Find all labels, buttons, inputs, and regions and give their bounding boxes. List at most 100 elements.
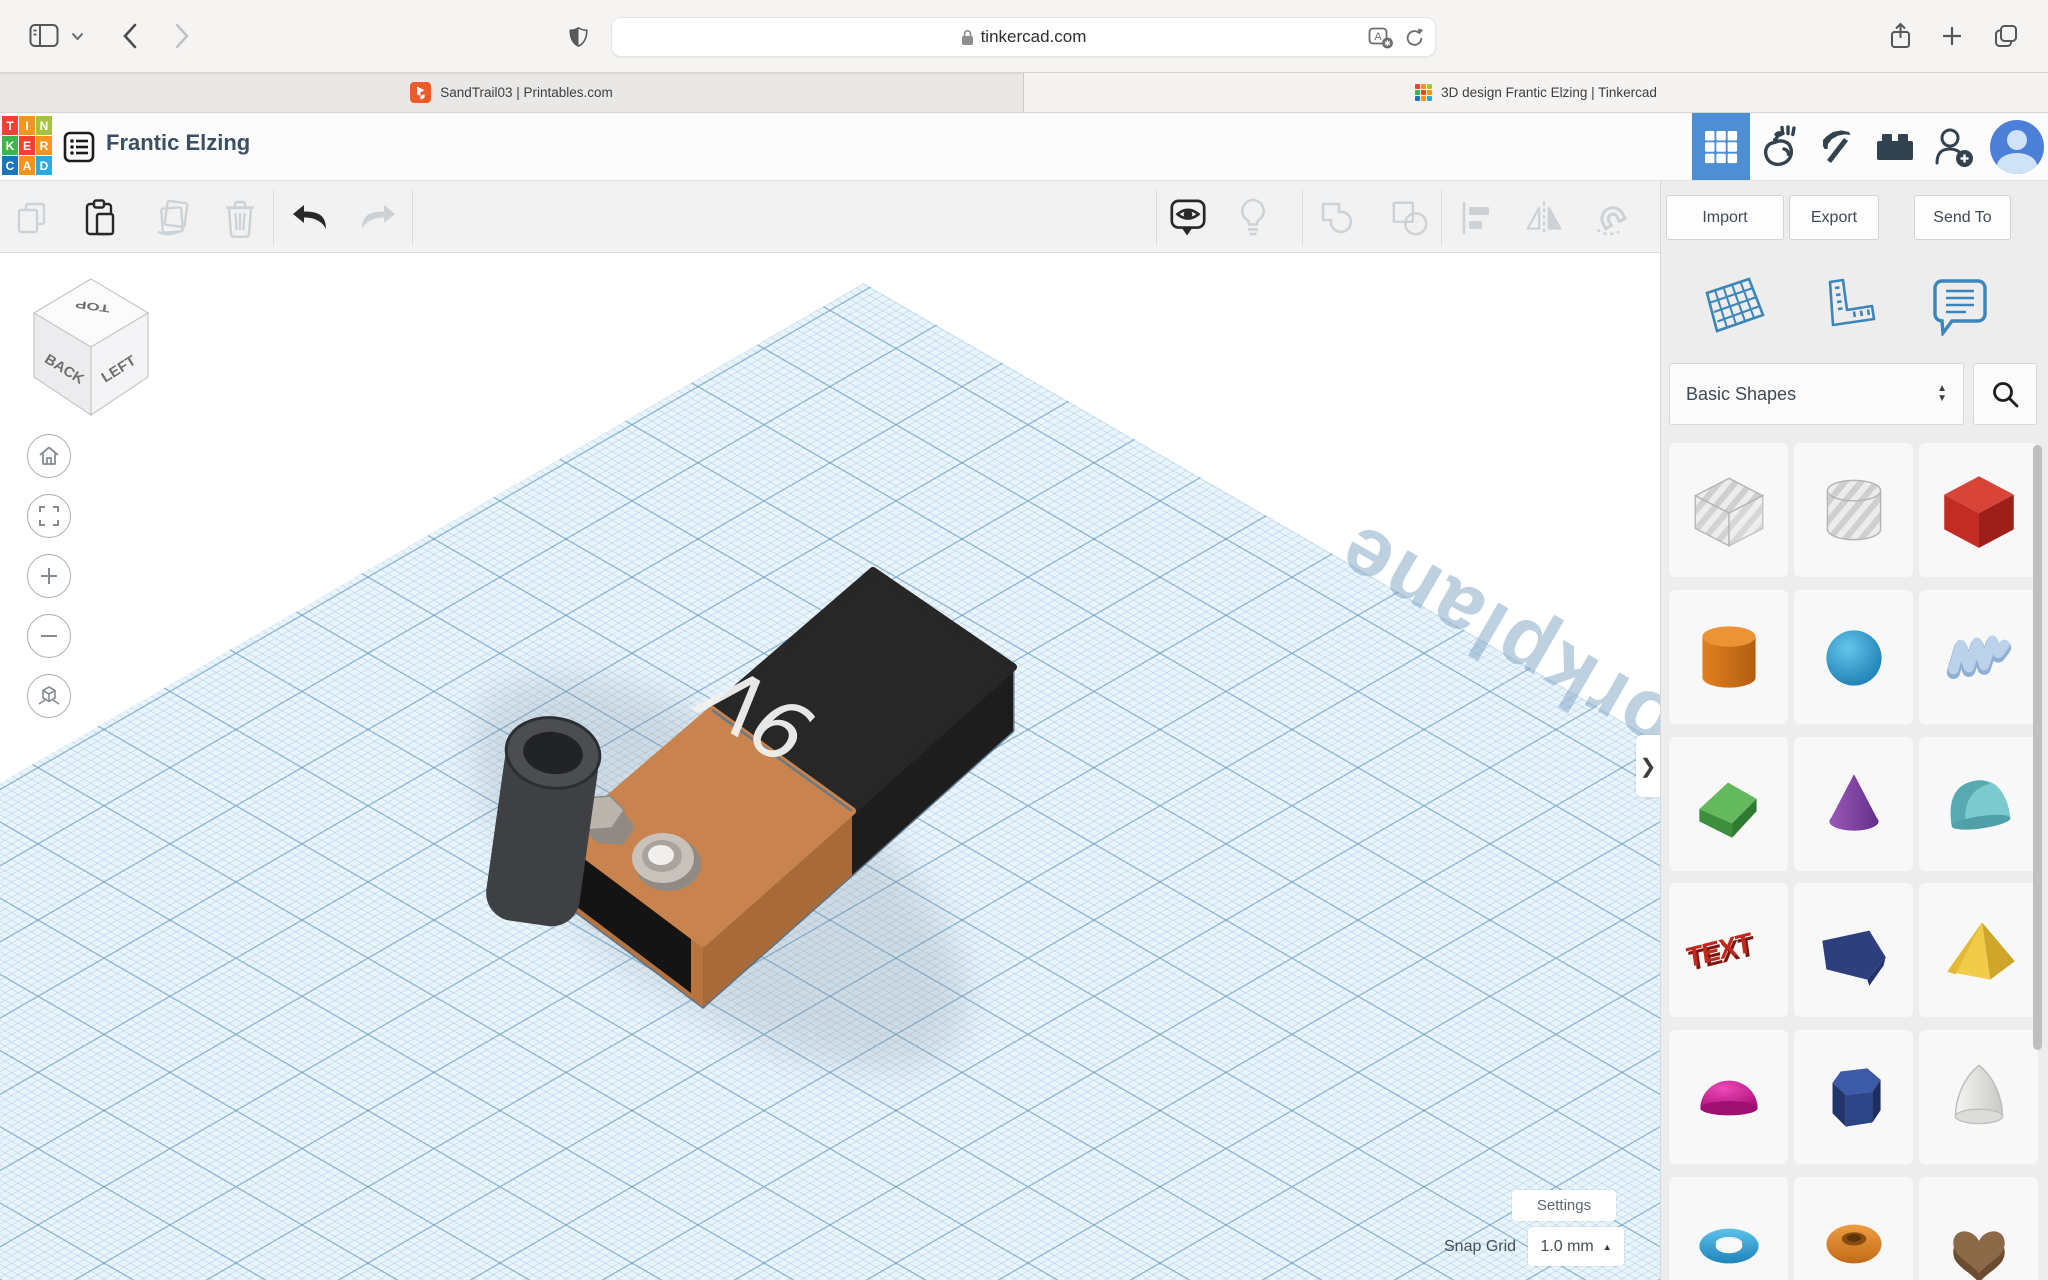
view-nav-column — [27, 434, 71, 718]
svg-text:✱: ✱ — [1384, 39, 1391, 48]
import-button[interactable]: Import — [1666, 195, 1784, 240]
privacy-shield-icon[interactable] — [556, 14, 600, 58]
light-bulb-button[interactable] — [1233, 198, 1273, 238]
zoom-out-button[interactable] — [27, 614, 71, 658]
fit-view-button[interactable] — [27, 494, 71, 538]
shape-search-button[interactable] — [1973, 363, 2037, 425]
minecraft-export-button[interactable] — [1808, 113, 1866, 180]
panel-scrollbar[interactable] — [2033, 445, 2042, 1050]
perspective-toggle-button[interactable] — [27, 674, 71, 718]
shape-tile-box-hole[interactable] — [1669, 443, 1788, 577]
delete-button[interactable] — [220, 198, 260, 238]
tab-printables[interactable]: SandTrail03 | Printables.com — [0, 73, 1024, 112]
mirror-button[interactable] — [1524, 198, 1564, 238]
tinkercad-logo[interactable]: TIN KER CAD — [2, 116, 52, 175]
pickaxe-icon — [1815, 126, 1859, 168]
new-tab-icon[interactable] — [1930, 14, 1974, 58]
lego-brick-icon — [1874, 129, 1916, 165]
home-view-button[interactable] — [27, 434, 71, 478]
tab-overview-icon[interactable] — [1984, 14, 2028, 58]
workplane-icon — [1703, 275, 1767, 337]
user-avatar[interactable] — [1990, 120, 2044, 174]
tinkercad-window: tinkercad.com A✱ SandTrail03 | Printable… — [0, 0, 2048, 1280]
shape-tile-cylinder-hole[interactable] — [1794, 443, 1913, 577]
undo-button[interactable] — [290, 198, 330, 238]
avatar-body — [1997, 153, 2037, 174]
shape-tile-pyramid[interactable] — [1919, 883, 2038, 1017]
snap-grid-arrow-icon: ▲ — [1603, 1242, 1612, 1252]
ruler-tool-button[interactable] — [1812, 266, 1882, 346]
translate-icon[interactable]: A✱ — [1368, 27, 1394, 49]
snap-grid-control: Snap Grid 1.0 mm ▲ — [1444, 1227, 1624, 1266]
invite-button[interactable] — [1924, 113, 1982, 180]
notes-tool-button[interactable] — [1924, 266, 1994, 346]
shape-tile-wedge[interactable] — [1794, 883, 1913, 1017]
export-button[interactable]: Export — [1789, 195, 1879, 240]
apple-sim-icon — [1758, 125, 1800, 169]
shape-tile-torus[interactable] — [1669, 1177, 1788, 1280]
align-button[interactable] — [1456, 198, 1496, 238]
ungroup-button[interactable] — [1390, 198, 1430, 238]
shape-tile-tube[interactable] — [1794, 1177, 1913, 1280]
search-icon — [1990, 379, 2020, 409]
shape-tile-roof[interactable] — [1669, 737, 1788, 871]
design-properties-button[interactable] — [60, 128, 98, 166]
view-cube[interactable]: TOP BACK LEFT — [24, 271, 174, 431]
redo-button[interactable] — [358, 198, 398, 238]
sidebar-chevron-icon[interactable] — [64, 14, 90, 58]
design-title[interactable]: Frantic Elzing — [106, 130, 250, 156]
avatar-head — [2007, 130, 2027, 150]
copy-button[interactable] — [13, 198, 53, 238]
duplicate-button[interactable] — [154, 198, 194, 238]
shape-tile-cylinder[interactable] — [1669, 590, 1788, 724]
shape-tile-paraboloid[interactable] — [1919, 1030, 2038, 1164]
back-button-icon[interactable] — [108, 14, 152, 58]
send-to-button[interactable]: Send To — [1914, 195, 2011, 240]
panel-tools-row — [1661, 253, 2033, 359]
shape-tile-text[interactable]: TEXTTEXT — [1669, 883, 1788, 1017]
design-canvas[interactable]: Workplane 9V — [0, 253, 1660, 1280]
shape-tile-polygon[interactable] — [1794, 1030, 1913, 1164]
share-icon[interactable] — [1878, 14, 1922, 58]
printables-favicon — [410, 82, 431, 103]
shape-tile-cone[interactable] — [1794, 737, 1913, 871]
edit-toolbar: Import Export Send To — [0, 180, 2048, 253]
tab-title: 3D design Frantic Elzing | Tinkercad — [1441, 85, 1657, 100]
lock-icon — [961, 29, 974, 46]
notes-icon — [1930, 276, 1988, 336]
tab-tinkercad[interactable]: 3D design Frantic Elzing | Tinkercad — [1024, 73, 2048, 112]
grid-view-button[interactable] — [1692, 113, 1750, 180]
lego-export-button[interactable] — [1866, 113, 1924, 180]
shape-category-select[interactable]: Basic Shapes ▲▼ — [1669, 363, 1964, 425]
panel-actions: Import Export Send To — [1660, 181, 2048, 253]
shape-tile-box[interactable] — [1919, 443, 2038, 577]
forward-button-icon[interactable] — [160, 14, 204, 58]
sidebar-toggle-icon[interactable] — [22, 14, 66, 58]
settings-button[interactable]: Settings — [1512, 1190, 1616, 1221]
workplane-tool-button[interactable] — [1700, 266, 1770, 346]
workplane-grid[interactable] — [0, 253, 1660, 1280]
ruler-icon — [1816, 276, 1878, 336]
panel-collapse-button[interactable]: ❯ — [1636, 735, 1660, 797]
header-right-icons — [1692, 113, 2048, 180]
magnet-snap-button[interactable] — [1592, 198, 1632, 238]
shape-tile-heart[interactable] — [1919, 1177, 2038, 1280]
group-button[interactable] — [1318, 198, 1358, 238]
shape-tile-half-sphere[interactable] — [1669, 1030, 1788, 1164]
sim-lab-button[interactable] — [1750, 113, 1808, 180]
main-area: Workplane 9V — [0, 253, 2048, 1280]
svg-text:A: A — [1374, 31, 1382, 43]
shape-category-value: Basic Shapes — [1686, 384, 1796, 405]
snap-grid-value: 1.0 mm — [1540, 1238, 1593, 1256]
shape-tile-sphere[interactable] — [1794, 590, 1913, 724]
paste-button[interactable] — [80, 198, 120, 238]
show-all-button[interactable] — [1168, 198, 1208, 238]
snap-grid-dropdown[interactable]: 1.0 mm ▲ — [1528, 1227, 1624, 1266]
shape-tile-round-roof[interactable] — [1919, 737, 2038, 871]
zoom-in-button[interactable] — [27, 554, 71, 598]
reload-icon[interactable] — [1404, 27, 1425, 49]
person-add-icon — [1931, 126, 1975, 168]
shape-tile-scribble[interactable] — [1919, 590, 2038, 724]
url-bar[interactable]: tinkercad.com A✱ — [611, 17, 1436, 57]
grid-view-icon — [1702, 128, 1740, 166]
